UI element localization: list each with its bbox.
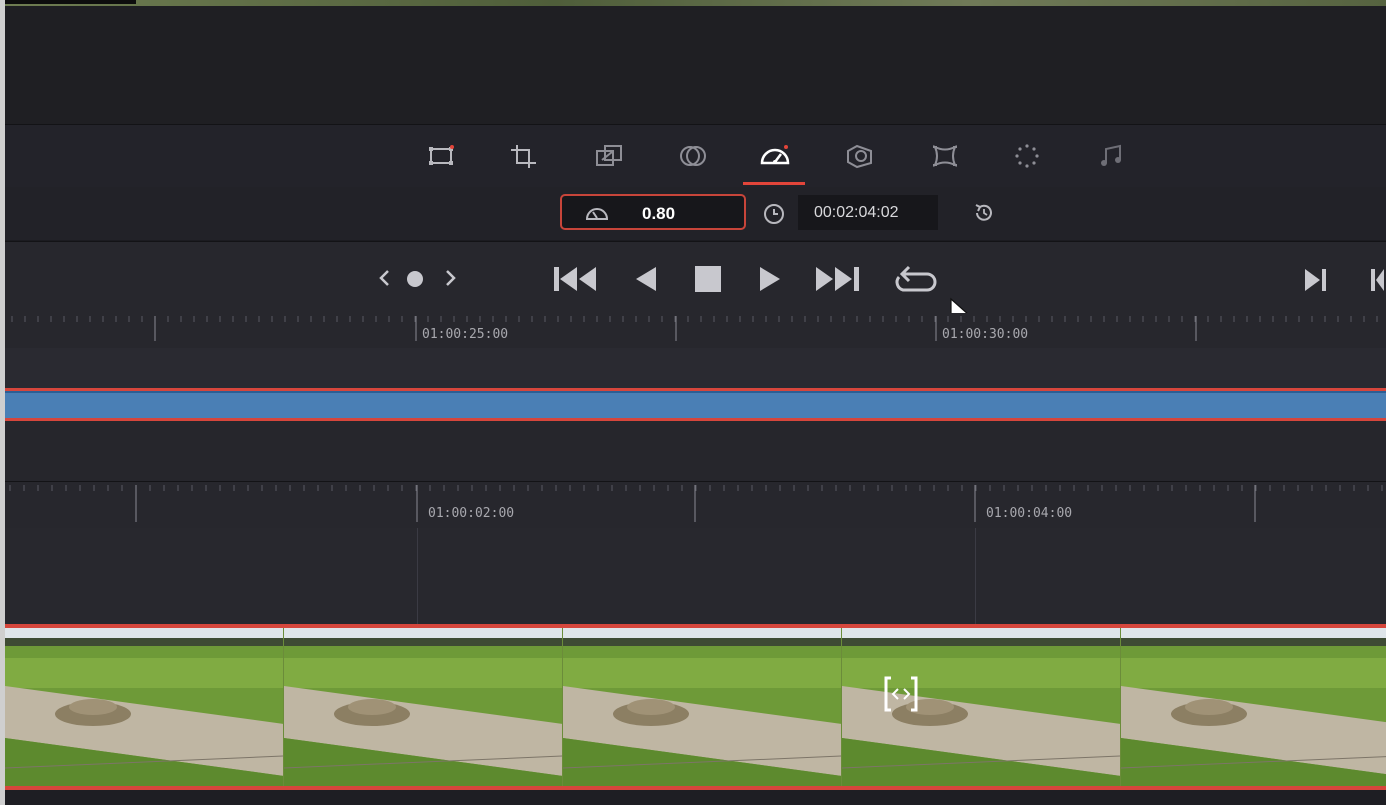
- timeline-track-spacer: [5, 421, 1386, 481]
- speed-value: 0.80: [642, 204, 676, 223]
- lens-correction-icon: [932, 144, 958, 168]
- go-to-end-icon[interactable]: [813, 264, 863, 294]
- ruler-label: 01:00:04:00: [986, 506, 1073, 521]
- grid-line: [975, 528, 976, 624]
- crop-tab[interactable]: [505, 139, 541, 173]
- retime-scaling-tab[interactable]: [1009, 139, 1045, 173]
- clip-thumbnail: [1121, 628, 1386, 786]
- video-clip-thumbnails[interactable]: [5, 628, 1386, 786]
- audio-tab[interactable]: [1093, 139, 1129, 173]
- ruler-label: 01:00:30:00: [942, 327, 1029, 342]
- clip-thumbnail: [5, 628, 283, 786]
- speedometer-icon: [585, 208, 609, 220]
- modified-indicator: [450, 145, 454, 149]
- speed-input[interactable]: 0.80: [560, 194, 746, 230]
- stabilization-tab[interactable]: [841, 139, 877, 173]
- ruler-ticks: [9, 485, 1383, 522]
- transform-tab[interactable]: [423, 139, 459, 173]
- go-to-start-icon[interactable]: [551, 264, 601, 294]
- inspector-tab-bar: [5, 124, 1386, 188]
- active-tab-indicator: [743, 182, 805, 185]
- stop-icon[interactable]: [693, 264, 723, 294]
- transport-controls: [5, 241, 1386, 329]
- timeline-track-upper: [5, 348, 1386, 388]
- next-keyframe-icon[interactable]: [442, 266, 460, 290]
- mark-out-icon[interactable]: [1365, 266, 1385, 294]
- lens-correction-tab[interactable]: [927, 139, 963, 173]
- previous-keyframe-icon[interactable]: [375, 266, 393, 290]
- ruler-ticks: [11, 316, 1378, 341]
- next-edit-icon[interactable]: [1301, 266, 1331, 294]
- play-icon[interactable]: [755, 264, 785, 294]
- clock-icon: [764, 204, 784, 224]
- play-reverse-icon[interactable]: [631, 264, 661, 294]
- add-keyframe-icon[interactable]: [404, 268, 426, 290]
- timeline-track-lower: [5, 528, 1386, 624]
- timeline-ruler-lower[interactable]: 01:00:02:00 01:00:04:00: [5, 481, 1386, 529]
- modified-indicator: [784, 145, 788, 149]
- ruler-label: 01:00:02:00: [428, 506, 515, 521]
- retime-handle-icon[interactable]: [881, 674, 921, 714]
- top-divider: [4, 0, 136, 4]
- ruler-label: 01:00:25:00: [422, 327, 509, 342]
- composite-tab[interactable]: [675, 139, 711, 173]
- audio-icon: [1101, 144, 1121, 166]
- dynamic-zoom-tab[interactable]: [591, 139, 627, 173]
- grid-line: [417, 528, 418, 624]
- clip-thumbnail: [563, 628, 841, 786]
- duration-timecode-field[interactable]: 00:02:04:02: [798, 195, 938, 230]
- loop-icon[interactable]: [891, 262, 939, 296]
- speed-change-tab[interactable]: [757, 139, 793, 173]
- clip-thumbnail: [284, 628, 562, 786]
- stabilization-icon: [847, 144, 872, 169]
- dynamic-zoom-icon: [596, 145, 622, 166]
- duration-timecode: 00:02:04:02: [814, 204, 899, 221]
- timeline-ruler-upper[interactable]: 01:00:25:00 01:00:30:00: [5, 313, 1386, 348]
- viewer-area: [5, 6, 1386, 124]
- reset-icon[interactable]: [972, 201, 996, 225]
- composite-icon: [680, 146, 706, 166]
- crop-icon: [511, 145, 536, 168]
- retime-scaling-icon: [1015, 144, 1039, 168]
- timeline-clip[interactable]: [5, 391, 1386, 418]
- bottom-track: [5, 790, 1386, 805]
